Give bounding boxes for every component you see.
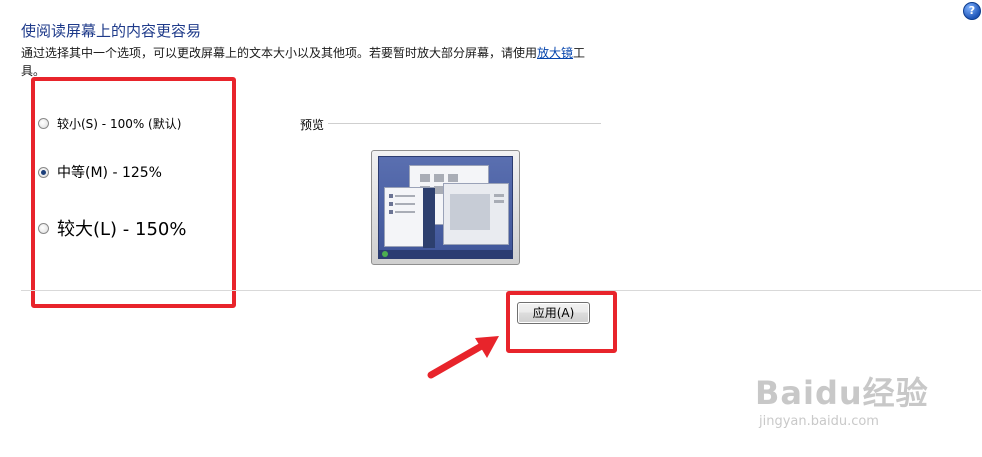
radio-option-small[interactable]: 较小(S) - 100% (默认) (38, 115, 181, 132)
page-description: 通过选择其中一个选项，可以更改屏幕上的文本大小以及其他项。若要暂时放大部分屏幕，… (21, 44, 601, 80)
watermark-url: jingyan.baidu.com (759, 414, 879, 429)
radio-label-large: 较大(L) - 150% (57, 219, 187, 240)
annotation-arrow-icon (427, 336, 499, 379)
radio-option-medium[interactable]: 中等(M) - 125% (38, 162, 162, 182)
radio-button-medium[interactable] (38, 166, 49, 178)
page-title: 使阅读屏幕上的内容更容易 (21, 22, 202, 40)
preview-taskbar (379, 250, 512, 258)
description-text: 通过选择其中一个选项，可以更改屏幕上的文本大小以及其他项。若要暂时放大部分屏幕，… (21, 46, 538, 60)
preview-screen (378, 156, 513, 259)
watermark: Baidu经验 jingyan.baidu.com (755, 368, 929, 429)
radio-button-small[interactable] (38, 118, 49, 129)
preview-separator (328, 123, 601, 124)
magnifier-link[interactable]: 放大镜 (537, 46, 573, 60)
start-orb-icon (382, 251, 388, 257)
watermark-logo: Baidu经验 (755, 374, 929, 412)
options-highlight-box (31, 77, 236, 308)
radio-label-medium: 中等(M) - 125% (57, 165, 162, 181)
radio-option-large[interactable]: 较大(L) - 150% (38, 215, 186, 241)
apply-button[interactable]: 应用(A) (517, 302, 590, 324)
preview-window-left (384, 187, 435, 248)
radio-button-large[interactable] (38, 222, 49, 234)
help-icon[interactable]: ? (963, 2, 981, 20)
preview-window-front (443, 183, 509, 245)
radio-label-small: 较小(S) - 100% (默认) (57, 117, 182, 131)
preview-label: 预览 (300, 118, 325, 132)
section-divider (21, 290, 981, 291)
preview-image (371, 150, 520, 265)
